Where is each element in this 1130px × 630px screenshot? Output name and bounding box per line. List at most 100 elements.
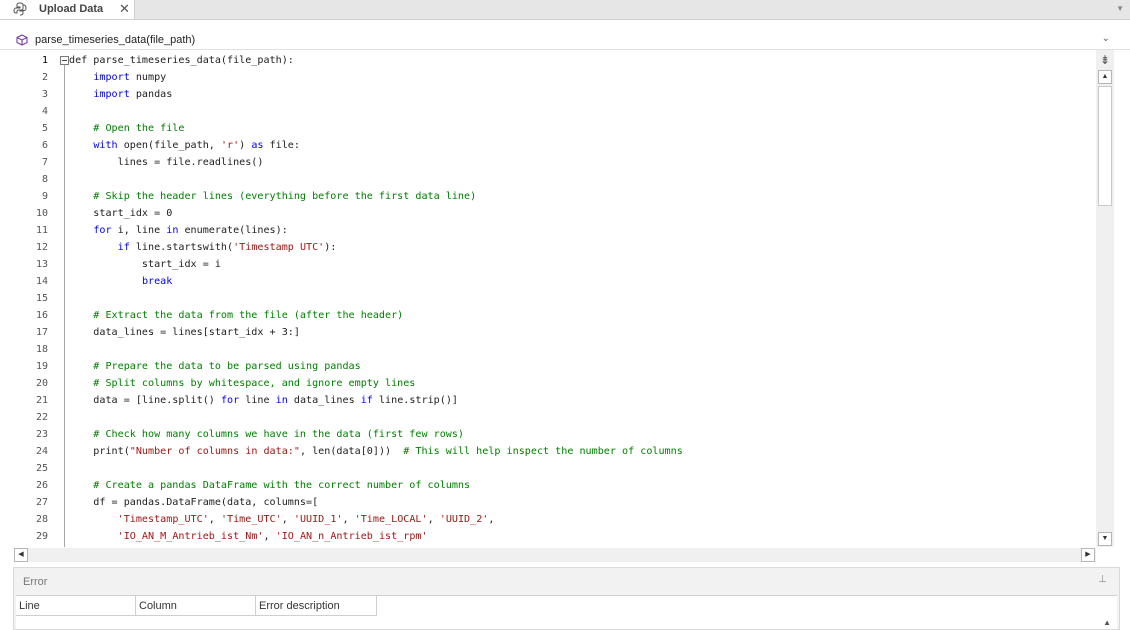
- line-number: 3: [41, 89, 48, 100]
- code-text: ,: [427, 514, 440, 525]
- code-line[interactable]: start_idx = i: [69, 256, 221, 273]
- code-comment: # Check how many columns we have in the …: [69, 429, 465, 440]
- code-comment: # Skip the header lines (everything befo…: [69, 191, 477, 202]
- code-text: line.startswith(: [129, 242, 234, 253]
- line-number: 7: [41, 157, 48, 168]
- code-line[interactable]: import numpy: [69, 69, 166, 86]
- line-number: 8: [41, 174, 48, 185]
- code-line[interactable]: # Skip the header lines (everything befo…: [69, 188, 476, 205]
- code-keyword: if: [360, 395, 373, 406]
- line-number: 2: [41, 72, 48, 83]
- code-comment: # Split columns by whitespace, and ignor…: [69, 378, 416, 389]
- code-keyword: for: [93, 225, 112, 236]
- code-line[interactable]: break: [69, 273, 172, 290]
- code-line[interactable]: # Extract the data from the file (after …: [69, 307, 403, 324]
- code-line[interactable]: with open(file_path, 'r') as file:: [69, 137, 300, 154]
- code-string: 'Timestamp UTC': [233, 242, 325, 253]
- line-number: 11: [35, 225, 48, 236]
- code-text: df = pandas.DataFrame(data, columns=[: [69, 497, 319, 508]
- code-comment: # Extract the data from the file (after …: [69, 310, 404, 321]
- code-line[interactable]: data_lines = lines[start_idx + 3:]: [69, 324, 300, 341]
- code-keyword: with: [93, 140, 118, 151]
- function-cube-icon: [16, 34, 28, 46]
- code-keyword: import: [93, 89, 130, 100]
- tab-title: Upload Data: [39, 3, 104, 15]
- code-keyword: import: [93, 72, 130, 83]
- scroll-right-arrow-icon[interactable]: ▶: [1081, 548, 1095, 562]
- code-text: ,: [281, 514, 294, 525]
- code-editor[interactable]: 1 2 3 4 5 6 7 8 9 10 11 12 13 14 15 16 17 18 19 20 21 22 23 24 2…: [0, 50, 1096, 547]
- code-line[interactable]: lines = file.readlines(): [69, 154, 264, 171]
- line-number: 23: [35, 429, 48, 440]
- tab-strip: Upload Data ✕ ▼: [0, 0, 1130, 20]
- scroll-thumb[interactable]: [1098, 86, 1112, 206]
- code-line[interactable]: # Check how many columns we have in the …: [69, 426, 464, 443]
- code-text: numpy: [129, 72, 167, 83]
- code-string: 'Time_UTC': [220, 514, 282, 525]
- code-comment: # Prepare the data to be parsed using pa…: [69, 361, 361, 372]
- code-text: data_lines: [287, 395, 361, 406]
- code-keyword: in: [275, 395, 288, 406]
- code-line[interactable]: import pandas: [69, 86, 172, 103]
- code-string: 'UUID_1': [293, 514, 343, 525]
- code-text: file:: [263, 140, 300, 151]
- code-string: 'IO_AN_n_Antrieb_ist_rpm': [275, 531, 428, 542]
- close-icon[interactable]: ✕: [119, 1, 130, 17]
- code-text: lines = file.readlines(): [69, 157, 264, 168]
- line-number: 6: [41, 140, 48, 151]
- chevron-down-icon[interactable]: ⌄: [1102, 33, 1110, 44]
- code-line[interactable]: data = [line.split() for line in data_li…: [69, 392, 458, 409]
- fold-collapse-icon[interactable]: [60, 56, 69, 65]
- function-selector-label: parse_timeseries_data(file_path): [35, 34, 196, 46]
- code-line[interactable]: if line.startswith('Timestamp UTC'):: [69, 239, 337, 256]
- code-line[interactable]: # Create a pandas DataFrame with the cor…: [69, 477, 470, 494]
- column-header-line[interactable]: Line: [16, 596, 136, 616]
- code-text: data_lines = lines[start_idx + 3:]: [69, 327, 300, 338]
- code-line[interactable]: 'IO_AN_M_Antrieb_ist_Nm', 'IO_AN_n_Antri…: [69, 528, 428, 545]
- pin-icon[interactable]: ⊥: [1098, 574, 1107, 585]
- line-number: 18: [35, 344, 48, 355]
- line-number: 14: [35, 276, 48, 287]
- function-selector[interactable]: parse_timeseries_data(file_path) ⌄: [0, 31, 1130, 50]
- scroll-up-arrow-icon[interactable]: ▲: [1098, 70, 1112, 84]
- scroll-up-arrow-icon[interactable]: ▲: [1103, 618, 1111, 627]
- code-line[interactable]: df = pandas.DataFrame(data, columns=[: [69, 494, 318, 511]
- code-line[interactable]: print("Number of columns in data:", len(…: [69, 443, 683, 460]
- code-text: print(: [69, 446, 130, 457]
- line-number: 22: [35, 412, 48, 423]
- code-comment: # Create a pandas DataFrame with the cor…: [69, 480, 471, 491]
- line-number: 28: [35, 514, 48, 525]
- error-table: Line Column Error description ▲: [16, 595, 1117, 629]
- chevron-down-icon[interactable]: ▼: [1116, 4, 1124, 13]
- code-line[interactable]: # Open the file: [69, 120, 184, 137]
- code-text: line: [239, 395, 276, 406]
- column-header-error-description[interactable]: Error description: [256, 596, 377, 616]
- code-comment: # This will help inspect the number of c…: [403, 446, 683, 457]
- code-line[interactable]: for i, line in enumerate(lines):: [69, 222, 288, 239]
- code-text: i, line: [111, 225, 167, 236]
- code-line[interactable]: start_idx = 0: [69, 205, 172, 222]
- code-text: enumerate(lines):: [178, 225, 288, 236]
- code-string: 'IO_AN_M_Antrieb_ist_Nm': [117, 531, 264, 542]
- line-number-gutter: 1 2 3 4 5 6 7 8 9 10 11 12 13 14 15 16 17 18 19 20 21 22 23 24 2…: [0, 50, 56, 547]
- code-line[interactable]: def parse_timeseries_data(file_path):: [69, 52, 294, 69]
- code-line[interactable]: # Prepare the data to be parsed using pa…: [69, 358, 361, 375]
- fold-guide-line: [64, 65, 65, 547]
- tab-upload-data[interactable]: Upload Data ✕: [0, 0, 135, 19]
- code-keyword: if: [117, 242, 130, 253]
- scroll-left-arrow-icon[interactable]: ◀: [14, 548, 28, 562]
- code-line[interactable]: 'Timestamp_UTC', 'Time_UTC', 'UUID_1', '…: [69, 511, 495, 528]
- horizontal-scrollbar[interactable]: [14, 548, 1096, 562]
- scroll-down-arrow-icon[interactable]: ▼: [1098, 532, 1112, 546]
- code-line[interactable]: # Split columns by whitespace, and ignor…: [69, 375, 415, 392]
- split-view-icon[interactable]: ⇟: [1098, 53, 1112, 67]
- line-number: 12: [35, 242, 48, 253]
- column-header-column[interactable]: Column: [136, 596, 256, 616]
- line-number: 16: [35, 310, 48, 321]
- code-string: 'r': [220, 140, 240, 151]
